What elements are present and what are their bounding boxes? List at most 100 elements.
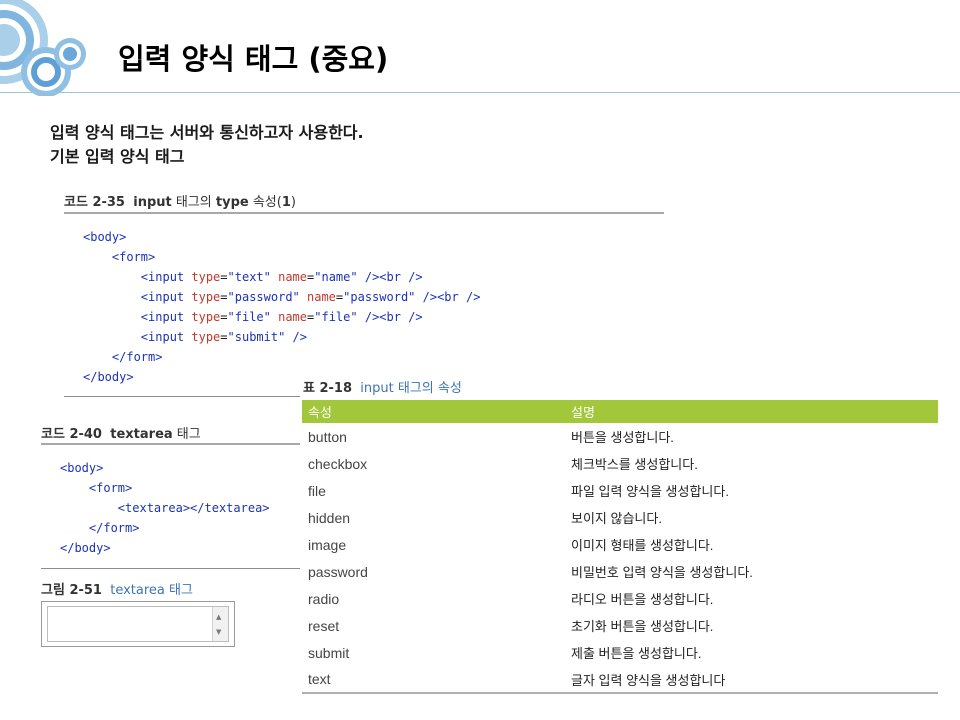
header-divider — [0, 92, 960, 93]
caption-number: 그림 2-51 — [41, 583, 102, 598]
table-caption: 표 2-18 input 태그의 속성 — [303, 377, 462, 396]
code-line: </body> — [60, 538, 270, 558]
code-line: <form> — [83, 247, 480, 267]
concentric-circles-logo — [0, 0, 86, 96]
code-token-str: "password" — [227, 290, 300, 304]
description-cell: 버튼을 생성합니다. — [571, 430, 674, 445]
code-token-tag: <form> — [111, 250, 156, 264]
caption-number: 코드 2-40 — [41, 427, 102, 442]
table-row: radio 라디오 버튼을 생성합니다. — [302, 585, 938, 612]
attribute-cell: text — [302, 666, 565, 694]
scroll-up-arrow-icon[interactable]: ▲ — [216, 613, 221, 621]
code-token-plain: = — [220, 330, 228, 344]
description-cell: 보이지 않습니다. — [571, 511, 662, 526]
code-token-plain: = — [220, 310, 228, 324]
table-row: submit 제출 버튼을 생성합니다. — [302, 639, 938, 666]
caption-title: input 태그의 속성 — [360, 381, 462, 396]
code-bottom-rule — [41, 568, 300, 569]
caption-text: ) — [290, 195, 296, 210]
description-cell: 초기화 버튼을 생성합니다. — [571, 619, 714, 634]
code-token-tag: /><br /> — [364, 270, 423, 284]
caption-keyword: textarea — [110, 427, 173, 442]
table-row: reset 초기화 버튼을 생성합니다. — [302, 612, 938, 639]
code-token-tag: <input — [140, 270, 192, 284]
code-line: <input type="text" name="name" /><br /> — [83, 267, 480, 287]
code-line: <input type="submit" /> — [83, 327, 480, 347]
code-token-str: "text" — [227, 270, 271, 284]
caption-keyword: 1 — [281, 195, 291, 210]
code-line: </form> — [60, 518, 270, 538]
caption-text: 태그의 — [171, 195, 216, 210]
code-token-tag: <input — [140, 310, 192, 324]
caption-keyword: type — [215, 195, 249, 210]
description-cell: 라디오 버튼을 생성합니다. — [571, 592, 714, 607]
code-token-tag: <input — [140, 290, 192, 304]
code-token-attr: name — [278, 270, 308, 284]
code-token-attr: name — [278, 310, 308, 324]
code-token-tag: </body> — [83, 370, 134, 384]
code-top-rule — [64, 212, 664, 214]
code-token-tag: <input — [140, 330, 192, 344]
code-token-tag: /><br /> — [422, 290, 481, 304]
code-token-str: "name" — [314, 270, 358, 284]
code-token-attr: type — [191, 270, 221, 284]
code-line: <textarea></textarea> — [60, 498, 270, 518]
scroll-down-arrow-icon[interactable]: ▼ — [216, 628, 221, 636]
code-token-tag: <form> — [88, 481, 133, 495]
code-token-tag: </form> — [111, 350, 163, 364]
intro-text: 입력 양식 태그는 서버와 통신하고자 사용한다. 기본 입력 양식 태그 — [50, 121, 364, 169]
description-cell: 글자 입력 양식을 생성합니다 — [565, 666, 938, 694]
intro-line: 기본 입력 양식 태그 — [50, 147, 185, 166]
textarea-demo[interactable]: ▲ ▼ — [47, 606, 229, 642]
description-cell: 비밀번호 입력 양식을 생성합니다. — [571, 565, 753, 580]
code-token-str: "submit" — [227, 330, 286, 344]
attribute-cell: password — [308, 563, 368, 580]
code-token-attr: type — [191, 330, 221, 344]
description-cell: 제출 버튼을 생성합니다. — [571, 646, 702, 661]
code-block-input: <body> <form> <input type="text" name="n… — [83, 227, 480, 387]
code-token-plain: = — [220, 290, 228, 304]
intro-line: 입력 양식 태그는 서버와 통신하고자 사용한다. — [50, 123, 364, 142]
caption-text: 태그 — [172, 427, 201, 442]
textarea-figure-frame: ▲ ▼ — [41, 601, 235, 647]
attribute-cell: hidden — [308, 509, 351, 526]
code-token-attr: name — [307, 290, 336, 304]
attribute-cell: button — [308, 428, 347, 445]
description-cell: 체크박스를 생성합니다. — [571, 457, 698, 472]
code-token-str: "file" — [227, 310, 271, 324]
code-token-tag: </form> — [88, 521, 140, 535]
caption-title: textarea 태그 — [110, 583, 193, 598]
table-row: hidden 보이지 않습니다. — [302, 504, 938, 531]
code-line: <body> — [83, 227, 480, 247]
figure-caption: 그림 2-51 textarea 태그 — [41, 579, 193, 598]
header-attribute: 속성 — [302, 400, 565, 423]
code-token-plain: = — [220, 270, 228, 284]
attribute-cell: reset — [308, 617, 340, 634]
attribute-cell: file — [308, 482, 326, 499]
code-line: <body> — [60, 458, 270, 478]
table-row: checkbox 체크박스를 생성합니다. — [302, 450, 938, 477]
code-token-tag: <body> — [60, 461, 104, 475]
table-row: image 이미지 형태를 생성합니다. — [302, 531, 938, 558]
code-token-tag: /> — [292, 330, 307, 344]
attribute-cell: submit — [308, 644, 350, 661]
code-line: </form> — [83, 347, 480, 367]
code-caption: 코드 2-40 textarea 태그 — [41, 423, 201, 442]
caption-number: 코드 2-35 — [64, 195, 125, 210]
description-cell: 이미지 형태를 생성합니다. — [571, 538, 714, 553]
code-top-rule — [41, 443, 300, 445]
table-row: text 글자 입력 양식을 생성합니다 — [302, 666, 938, 694]
textarea-scrollbar[interactable]: ▲ ▼ — [212, 607, 228, 641]
header-description: 설명 — [565, 400, 938, 423]
code-caption: 코드 2-35 input 태그의 type 속성(1) — [64, 191, 296, 210]
code-token-attr: type — [191, 290, 221, 304]
code-block-textarea: <body> <form> <textarea></textarea> </fo… — [60, 458, 270, 558]
code-line: <input type="password" name="password" /… — [83, 287, 481, 307]
attribute-cell: checkbox — [308, 455, 368, 472]
caption-number: 표 2-18 — [303, 381, 353, 396]
